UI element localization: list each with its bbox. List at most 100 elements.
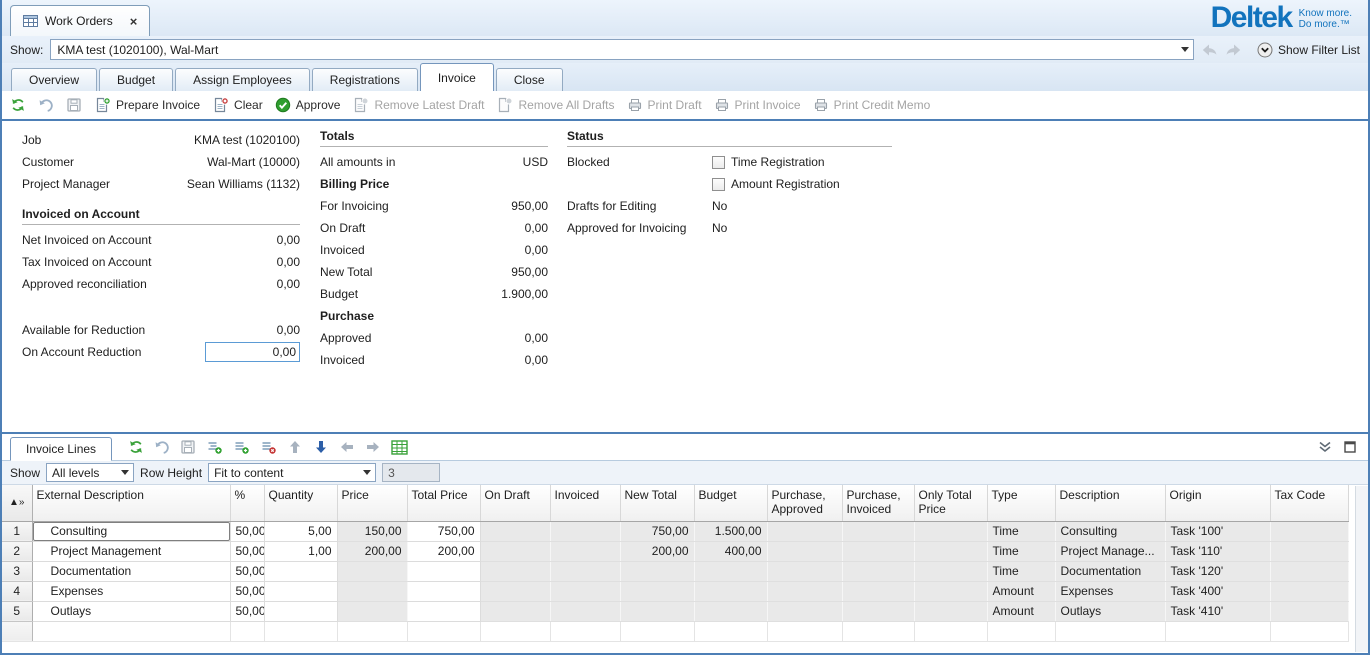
cell-purchase_approved[interactable]	[767, 601, 842, 621]
cell-tax_code[interactable]	[1270, 621, 1348, 641]
cell-tax_code[interactable]	[1270, 581, 1348, 601]
save-button[interactable]	[66, 97, 82, 113]
row-number[interactable]: 2	[2, 541, 32, 561]
table-view-button[interactable]	[391, 440, 408, 455]
cell-invoiced[interactable]	[550, 541, 620, 561]
cell-invoiced[interactable]	[550, 601, 620, 621]
cell-on_draft[interactable]	[480, 621, 550, 641]
cell-price[interactable]: 200,00	[337, 541, 407, 561]
cell-quantity[interactable]	[264, 561, 337, 581]
cell-budget[interactable]	[694, 581, 767, 601]
cell-total_price[interactable]	[407, 621, 480, 641]
cell-price[interactable]	[337, 561, 407, 581]
cell-description[interactable]	[1055, 621, 1165, 641]
cell-new_total[interactable]	[620, 561, 694, 581]
cell-total_price[interactable]: 200,00	[407, 541, 480, 561]
column-header-tax_code[interactable]: Tax Code	[1270, 485, 1348, 521]
cell-purchase_invoiced[interactable]	[842, 621, 914, 641]
cell-invoiced[interactable]	[550, 581, 620, 601]
column-header-only_total_price[interactable]: Only Total Price	[914, 485, 987, 521]
cell-description[interactable]: Project Manage...	[1055, 541, 1165, 561]
cell-purchase_approved[interactable]	[767, 561, 842, 581]
cell-new_total[interactable]: 200,00	[620, 541, 694, 561]
cell-new_total[interactable]: 750,00	[620, 521, 694, 541]
cell-total_price[interactable]	[407, 601, 480, 621]
approve-button[interactable]: Approve	[275, 97, 341, 113]
column-header-total_price[interactable]: Total Price	[407, 485, 480, 521]
cell-only_total_price[interactable]	[914, 581, 987, 601]
on-account-reduction-input[interactable]	[205, 342, 300, 362]
cell-type[interactable]: Time	[987, 541, 1055, 561]
cell-type[interactable]	[987, 621, 1055, 641]
undo-button[interactable]	[38, 97, 54, 113]
cell-origin[interactable]: Task '100'	[1165, 521, 1270, 541]
doc-tab-work-orders[interactable]: Work Orders ×	[10, 5, 150, 36]
cell-external_description[interactable]: Expenses	[32, 581, 230, 601]
time-registration-checkbox[interactable]	[712, 156, 725, 169]
move-up-button[interactable]	[287, 439, 303, 455]
cell-only_total_price[interactable]	[914, 601, 987, 621]
cell-description[interactable]: Consulting	[1055, 521, 1165, 541]
row-height-count-input[interactable]	[382, 463, 440, 482]
cell-price[interactable]	[337, 581, 407, 601]
cell-pct[interactable]: 50,00	[230, 581, 264, 601]
cell-new_total[interactable]	[620, 581, 694, 601]
cell-purchase_invoiced[interactable]	[842, 581, 914, 601]
cell-only_total_price[interactable]	[914, 541, 987, 561]
cell-tax_code[interactable]	[1270, 561, 1348, 581]
tab-invoice-lines[interactable]: Invoice Lines	[10, 437, 112, 461]
indent-button[interactable]	[365, 439, 381, 455]
cell-on_draft[interactable]	[480, 521, 550, 541]
cell-type[interactable]: Time	[987, 521, 1055, 541]
tab-registrations[interactable]: Registrations	[312, 68, 418, 91]
print-credit-memo-button[interactable]: Print Credit Memo	[813, 97, 931, 113]
row-height-combo[interactable]: Fit to content	[208, 463, 376, 482]
forward-arrow-icon[interactable]	[1225, 43, 1242, 57]
cell-on_draft[interactable]	[480, 601, 550, 621]
tab-close[interactable]: Close	[496, 68, 563, 91]
cell-only_total_price[interactable]	[914, 521, 987, 541]
cell-total_price[interactable]: 750,00	[407, 521, 480, 541]
outdent-button[interactable]	[339, 439, 355, 455]
move-down-button[interactable]	[313, 439, 329, 455]
cell-invoiced[interactable]	[550, 561, 620, 581]
print-draft-button[interactable]: Print Draft	[627, 97, 702, 113]
vertical-scrollbar[interactable]	[1355, 486, 1368, 652]
levels-combo[interactable]: All levels	[46, 463, 134, 482]
add-line-button[interactable]	[233, 439, 250, 455]
refresh-lines-button[interactable]	[128, 439, 144, 455]
refresh-button[interactable]	[10, 97, 26, 113]
cell-origin[interactable]: Task '410'	[1165, 601, 1270, 621]
cell-tax_code[interactable]	[1270, 541, 1348, 561]
cell-external_description[interactable]: Project Management	[32, 541, 230, 561]
column-header-on_draft[interactable]: On Draft	[480, 485, 550, 521]
tab-budget[interactable]: Budget	[99, 68, 173, 91]
show-filter-combo[interactable]: KMA test (1020100), Wal-Mart	[50, 39, 1194, 60]
cell-origin[interactable]: Task '120'	[1165, 561, 1270, 581]
cell-tax_code[interactable]	[1270, 521, 1348, 541]
cell-purchase_approved[interactable]	[767, 541, 842, 561]
amount-registration-checkbox[interactable]	[712, 178, 725, 191]
tab-overview[interactable]: Overview	[11, 68, 97, 91]
cell-price[interactable]: 150,00	[337, 521, 407, 541]
collapse-panel-icon[interactable]	[1318, 441, 1332, 453]
column-header-pct[interactable]: %	[230, 485, 264, 521]
column-header-external_description[interactable]: External Description	[32, 485, 230, 521]
cell-type[interactable]: Time	[987, 561, 1055, 581]
tab-invoice[interactable]: Invoice	[420, 63, 494, 91]
close-icon[interactable]: ×	[130, 15, 138, 28]
save-lines-button[interactable]	[180, 439, 196, 455]
cell-pct[interactable]: 50,00	[230, 521, 264, 541]
tab-assign-employees[interactable]: Assign Employees	[175, 68, 310, 91]
cell-external_description[interactable]: Consulting	[32, 521, 230, 541]
cell-tax_code[interactable]	[1270, 601, 1348, 621]
grid-corner-header[interactable]: ▲»	[2, 485, 32, 521]
cell-pct[interactable]: 50,00	[230, 541, 264, 561]
column-header-new_total[interactable]: New Total	[620, 485, 694, 521]
cell-new_total[interactable]	[620, 601, 694, 621]
cell-purchase_approved[interactable]	[767, 581, 842, 601]
column-header-purchase_invoiced[interactable]: Purchase, Invoiced	[842, 485, 914, 521]
column-header-invoiced[interactable]: Invoiced	[550, 485, 620, 521]
cell-price[interactable]	[337, 601, 407, 621]
cell-budget[interactable]	[694, 561, 767, 581]
